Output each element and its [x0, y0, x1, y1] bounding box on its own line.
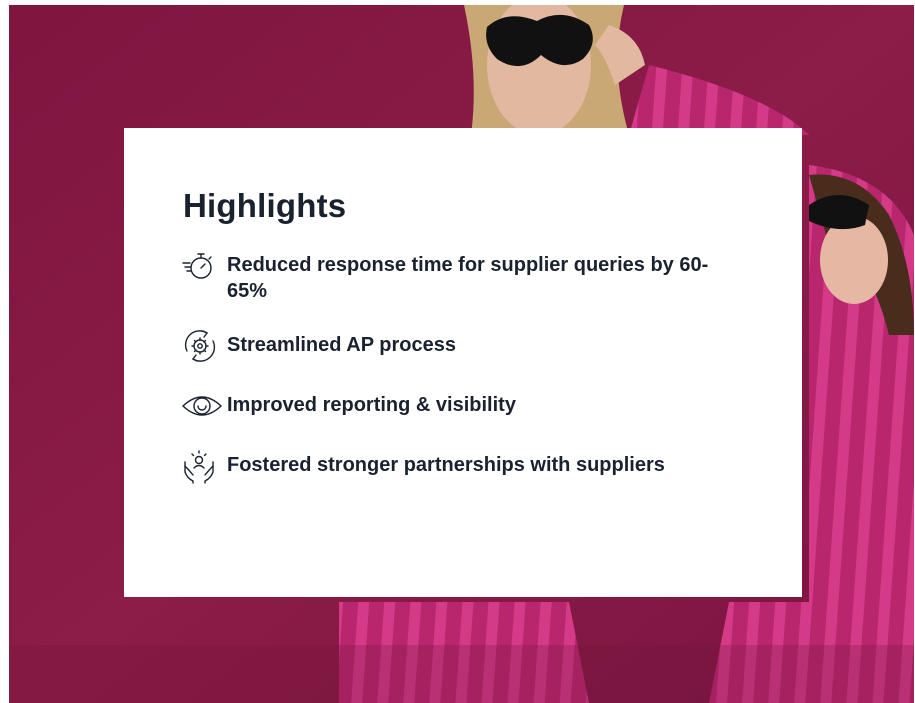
highlight-item: Improved reporting & visibility	[181, 388, 762, 424]
highlight-label: Streamlined AP process	[227, 334, 456, 356]
card-title: Highlights	[183, 187, 347, 224]
highlight-label: Reduced response time for supplier queri…	[227, 254, 709, 302]
highlights-card: Highlights Reduced response time for sup…	[124, 128, 802, 597]
highlights-list: Reduced response time for supplier queri…	[181, 248, 762, 484]
gear-cycle-icon	[181, 328, 227, 364]
highlight-item: Reduced response time for supplier queri…	[181, 248, 762, 304]
eye-icon	[181, 388, 227, 424]
highlight-item: Streamlined AP process	[183, 328, 762, 364]
highlight-item: Fostered stronger partnerships with supp…	[183, 448, 762, 484]
highlight-label: Improved reporting & visibility	[227, 394, 516, 416]
stopwatch-icon	[181, 248, 227, 284]
highlight-label: Fostered stronger partnerships with supp…	[227, 454, 665, 476]
hero-background: Highlights Reduced response time for sup…	[9, 5, 914, 703]
hands-partnership-icon	[181, 448, 227, 484]
